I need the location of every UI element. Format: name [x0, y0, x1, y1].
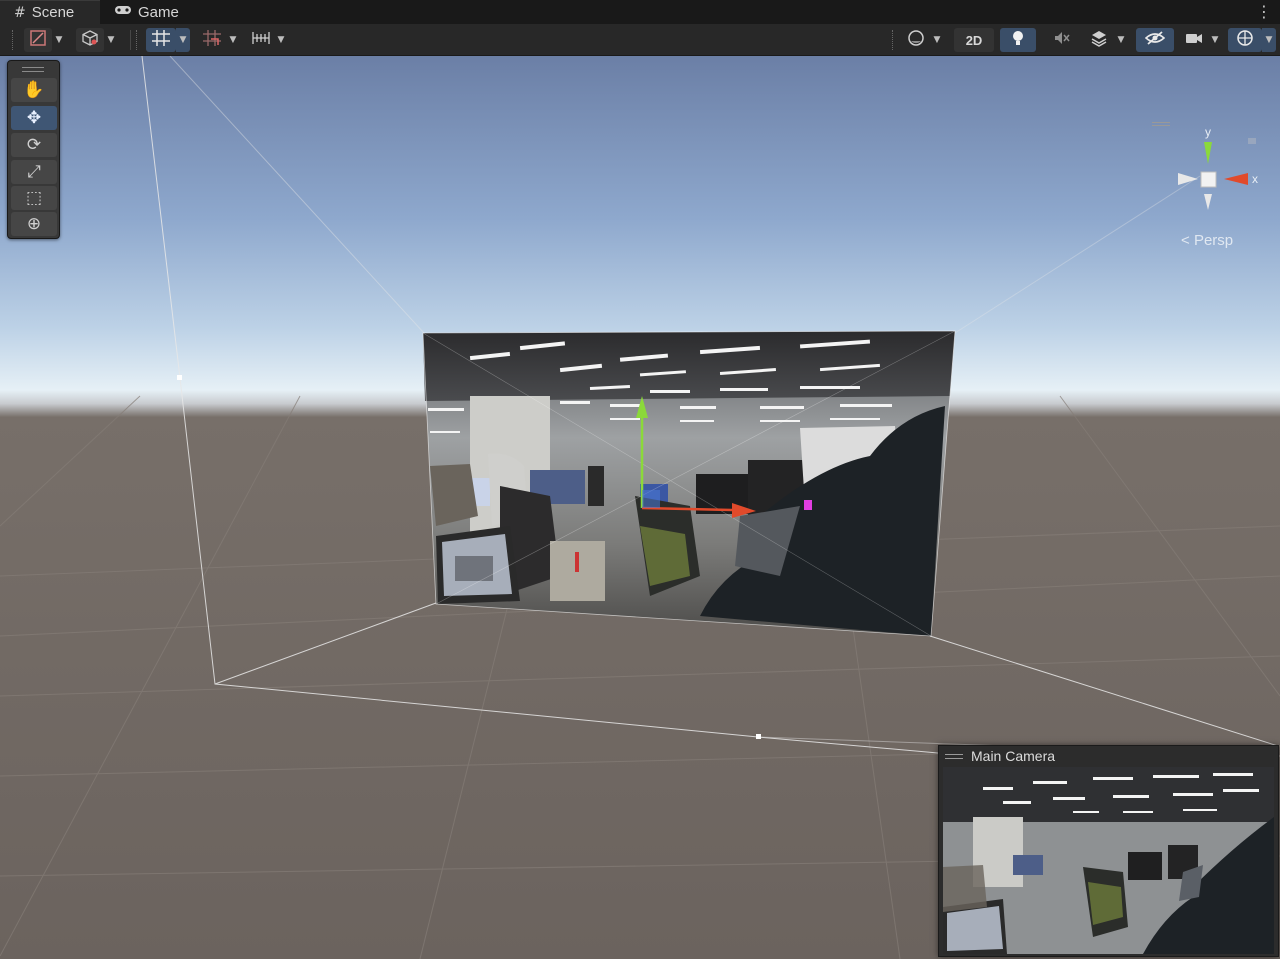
gizmo-globe-icon [1236, 29, 1254, 51]
hand-icon: ✋ [23, 80, 45, 100]
ruler-dropdown-icon[interactable]: ▼ [274, 28, 288, 52]
draw-mode-button[interactable] [24, 28, 52, 52]
gizmos-dropdown-icon[interactable]: ▼ [1262, 28, 1276, 52]
layers-icon [1090, 29, 1108, 51]
camera-preview-overlay[interactable]: Main Camera [938, 745, 1279, 957]
camera-dropdown-icon[interactable]: ▼ [1208, 28, 1222, 52]
shaded-draw-icon [29, 29, 47, 51]
rect-tool-button[interactable]: ⬚ [11, 186, 57, 210]
increment-snap-button[interactable] [198, 28, 226, 52]
camera-preview-image [943, 767, 1274, 954]
axis-cones-icon[interactable]: y x [1148, 118, 1268, 228]
frustum-handle-bottom [756, 734, 761, 739]
lightbulb-icon [1010, 29, 1026, 51]
toolbar-separator [130, 30, 131, 50]
tab-scene[interactable]: # Scene [0, 0, 100, 24]
toggle-2d-label: 2D [965, 32, 983, 48]
gamepad-icon [114, 4, 132, 20]
move-arrows-icon: ✥ [26, 108, 42, 128]
scene-tools-overlay: ✋ ✥ ⟳ ⤢ ⬚ ⊕ [7, 60, 60, 239]
scale-tool-button[interactable]: ⤢ [11, 160, 57, 184]
tab-game-label: Game [138, 3, 179, 21]
persp-chevron-icon: < [1181, 232, 1194, 249]
camera-preview-header[interactable]: Main Camera [939, 746, 1278, 766]
toolbar-grip-2 [136, 30, 138, 50]
transform-tool-button[interactable]: ⊕ [11, 212, 57, 236]
render-mode-button[interactable] [76, 28, 104, 52]
rect-transform-icon: ⬚ [25, 188, 43, 208]
editor-tab-bar: # Scene Game ⋮ [0, 0, 1280, 24]
grid-snap-button[interactable] [146, 28, 176, 52]
tab-scene-label: Scene [31, 4, 75, 21]
cube-icon [81, 29, 99, 51]
audio-toggle-button[interactable] [1046, 28, 1078, 52]
projection-toggle[interactable]: < Persp [1181, 232, 1233, 249]
draw-mode-dropdown-icon[interactable]: ▼ [52, 28, 66, 52]
shading-dropdown-icon[interactable]: ▼ [930, 28, 944, 52]
camera-settings-button[interactable] [1180, 28, 1208, 52]
grid-icon [151, 29, 171, 51]
toolbar-grip [12, 30, 14, 50]
camera-preview-title: Main Camera [971, 748, 1056, 764]
shading-sphere-button[interactable] [902, 28, 930, 52]
sphere-icon [907, 29, 925, 51]
scene-toolbar: ▼ ▼ ▼ ▼ ▼ ▼ 2D ▼ ▼ ▼ [0, 24, 1280, 56]
mute-speaker-icon [1053, 30, 1071, 50]
lighting-toggle-button[interactable] [1000, 28, 1036, 52]
rotate-icon: ⟳ [26, 135, 42, 155]
render-mode-dropdown-icon[interactable]: ▼ [104, 28, 118, 52]
lock-icon [1248, 138, 1256, 144]
axis-x-label: x [1252, 172, 1258, 186]
effects-dropdown-icon[interactable]: ▼ [1114, 28, 1128, 52]
increment-snap-dropdown-icon[interactable]: ▼ [226, 28, 240, 52]
scene-viewport[interactable]: y x < Persp Main Camera [0, 56, 1280, 959]
projection-label: Persp [1193, 232, 1234, 249]
hand-tool-button[interactable]: ✋ [11, 78, 57, 102]
drag-handle-icon[interactable] [945, 753, 963, 759]
ruler-button[interactable] [248, 28, 274, 52]
tools-drag-handle[interactable] [22, 67, 44, 72]
effects-toggle-button[interactable] [1084, 28, 1114, 52]
snap-grid-icon [202, 29, 222, 51]
move-tool-button[interactable]: ✥ [11, 106, 57, 130]
image-plane-quad [422, 330, 956, 637]
toolbar-grip-3 [892, 30, 894, 50]
tab-game[interactable]: Game [100, 0, 193, 24]
axis-y-label: y [1205, 125, 1211, 139]
grid-dropdown-icon[interactable]: ▼ [176, 28, 190, 52]
toggle-2d-button[interactable]: 2D [954, 28, 994, 52]
orientation-gizmo[interactable]: y x < Persp [1148, 118, 1268, 258]
scale-icon: ⤢ [27, 162, 41, 182]
ruler-icon [251, 29, 271, 51]
gizmos-toggle-button[interactable] [1228, 28, 1262, 52]
rotate-tool-button[interactable]: ⟳ [11, 133, 57, 157]
video-camera-icon [1185, 31, 1203, 49]
transform-icon: ⊕ [26, 214, 42, 234]
frustum-handle-left [177, 375, 182, 380]
camera-preview-render [943, 767, 1274, 954]
more-options-icon[interactable]: ⋮ [1256, 2, 1272, 21]
hash-icon: # [14, 4, 26, 21]
hidden-eye-icon [1144, 30, 1166, 50]
scene-visibility-button[interactable] [1136, 28, 1174, 52]
